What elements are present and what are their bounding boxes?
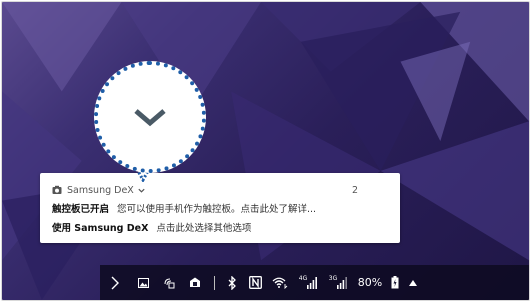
chevron-right-icon[interactable]	[100, 265, 130, 300]
bluetooth-icon[interactable]	[221, 265, 243, 300]
screen-share-icon[interactable]	[156, 265, 182, 300]
zoom-callout	[94, 61, 206, 173]
notification-count: 2	[351, 184, 358, 196]
battery-icon	[387, 265, 403, 300]
gallery-icon[interactable]	[130, 265, 156, 300]
battery-percent-label: 80%	[357, 276, 383, 289]
camera-icon	[52, 185, 62, 194]
notification-body: 点击此处选择其他选项	[156, 223, 252, 234]
taskbar: 4G 3G 80%	[100, 265, 529, 300]
notification-header: Samsung DeX 2	[52, 183, 388, 197]
notification-body: 您可以使用手机作为触控板。点击此处了解详...	[117, 204, 317, 215]
caret-up-icon[interactable]	[403, 265, 423, 300]
notification-item-touchpad[interactable]: 触控板已开启 您可以使用手机作为触控板。点击此处了解详...	[52, 203, 392, 217]
signal-3g-icon: 3G	[323, 265, 353, 300]
wifi-icon[interactable]	[267, 265, 293, 300]
notification-item-dex[interactable]: 使用 Samsung DeX 点击此处选择其他选项	[52, 222, 392, 236]
chevron-down-icon	[134, 109, 166, 127]
wallpaper	[2, 2, 529, 300]
network-type-label: 4G	[298, 275, 308, 282]
taskbar-divider	[214, 275, 215, 290]
dex-desktop: Samsung DeX 2 触控板已开启 您可以使用手机作为触控板。点击此处了解详…	[1, 1, 530, 301]
notification-app-name: Samsung DeX	[67, 184, 134, 196]
notification-card[interactable]: Samsung DeX 2 触控板已开启 您可以使用手机作为触控板。点击此处了解详…	[40, 173, 400, 243]
notification-title: 使用 Samsung DeX	[52, 223, 149, 234]
expand-chevron-icon[interactable]	[137, 186, 146, 195]
network-type-label: 3G	[328, 275, 338, 282]
signal-4g-icon: 4G	[293, 265, 323, 300]
dex-icon[interactable]	[182, 265, 208, 300]
notification-title: 触控板已开启	[52, 204, 110, 215]
battery-percent: 80%	[353, 265, 387, 300]
nfc-icon[interactable]	[243, 265, 267, 300]
